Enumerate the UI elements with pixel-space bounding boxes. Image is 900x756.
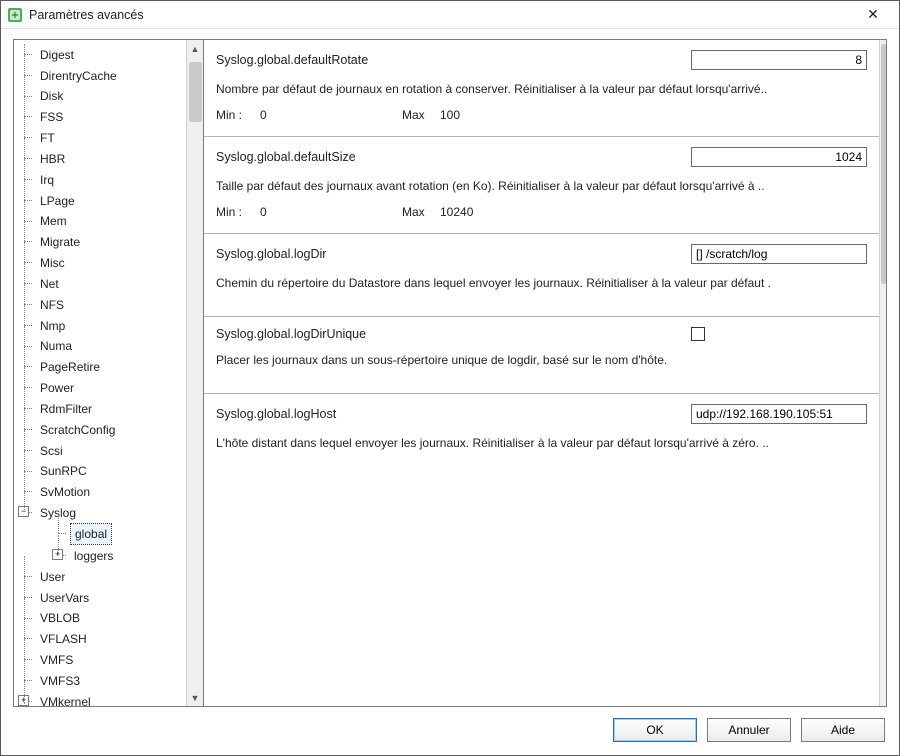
- help-button[interactable]: Aide: [801, 718, 885, 742]
- details-scrollbar-thumb[interactable]: [881, 44, 886, 284]
- setting-name: Syslog.global.defaultRotate: [216, 53, 691, 67]
- tree-item-nmp[interactable]: Nmp: [36, 316, 69, 336]
- setting-limits: Min : 0 Max 100: [216, 108, 867, 122]
- max-label: Max: [402, 108, 434, 122]
- ok-button[interactable]: OK: [613, 718, 697, 742]
- split-panel: DigestDirentryCacheDiskFSSFTHBRIrqLPageM…: [13, 39, 887, 707]
- tree-item-pageretire[interactable]: PageRetire: [36, 357, 104, 377]
- scrollbar-thumb[interactable]: [189, 62, 202, 122]
- tree-item-vmfs3[interactable]: VMFS3: [36, 671, 84, 691]
- setting-name: Syslog.global.logDirUnique: [216, 327, 691, 341]
- tree-scrollbar[interactable]: ▲ ▼: [186, 40, 203, 706]
- tree-item-ft[interactable]: FT: [36, 128, 59, 148]
- min-value: 0: [260, 108, 396, 122]
- setting-syslog-global-defaultsize: Syslog.global.defaultSize Taille par défa…: [204, 137, 879, 234]
- scroll-up-icon[interactable]: ▲: [187, 40, 203, 57]
- max-label: Max: [402, 205, 434, 219]
- setting-syslog-global-defaultrotate: Syslog.global.defaultRotate Nombre par dé…: [204, 40, 879, 137]
- tree-item-scratchconfig[interactable]: ScratchConfig: [36, 420, 119, 440]
- close-button[interactable]: ✕: [851, 4, 895, 26]
- tree-item-vmfs[interactable]: VMFS: [36, 650, 77, 670]
- advanced-settings-window: Paramètres avancés ✕ DigestDirentryCache…: [0, 0, 900, 756]
- max-value: 100: [440, 108, 460, 122]
- setting-input[interactable]: [691, 244, 867, 264]
- tree-item-irq[interactable]: Irq: [36, 170, 58, 190]
- setting-name: Syslog.global.defaultSize: [216, 150, 691, 164]
- tree-item-rdmfilter[interactable]: RdmFilter: [36, 399, 96, 419]
- category-tree[interactable]: DigestDirentryCacheDiskFSSFTHBRIrqLPageM…: [14, 40, 186, 706]
- scroll-down-icon[interactable]: ▼: [187, 689, 203, 706]
- setting-description: Taille par défaut des journaux avant rot…: [216, 179, 867, 193]
- dialog-buttons: OK Annuler Aide: [13, 707, 887, 747]
- tree-item-digest[interactable]: Digest: [36, 45, 78, 65]
- tree-item-syslog-loggers[interactable]: loggers: [70, 546, 117, 566]
- tree-item-fss[interactable]: FSS: [36, 107, 67, 127]
- tree-panel: DigestDirentryCacheDiskFSSFTHBRIrqLPageM…: [14, 40, 204, 706]
- content-area: DigestDirentryCacheDiskFSSFTHBRIrqLPageM…: [1, 29, 899, 755]
- tree-item-sunrpc[interactable]: SunRPC: [36, 461, 91, 481]
- tree-item-net[interactable]: Net: [36, 274, 63, 294]
- tree-toggle-loggers[interactable]: +: [52, 549, 63, 560]
- tree-toggle-syslog[interactable]: −: [18, 506, 29, 517]
- titlebar: Paramètres avancés ✕: [1, 1, 899, 29]
- tree-item-user[interactable]: User: [36, 567, 69, 587]
- tree-item-direntrycache[interactable]: DirentryCache: [36, 66, 121, 86]
- tree-item-numa[interactable]: Numa: [36, 336, 76, 356]
- details-scrollbar[interactable]: [879, 40, 886, 706]
- tree-item-power[interactable]: Power: [36, 378, 78, 398]
- tree-item-mem[interactable]: Mem: [36, 211, 71, 231]
- details-panel: Syslog.global.defaultRotate Nombre par dé…: [204, 40, 886, 706]
- min-label: Min :: [216, 205, 254, 219]
- tree-item-syslog-global[interactable]: global: [70, 523, 112, 545]
- setting-description: Nombre par défaut de journaux en rotatio…: [216, 82, 867, 96]
- setting-checkbox[interactable]: [691, 327, 705, 341]
- tree-item-vmkernel[interactable]: VMkernel: [36, 692, 95, 706]
- tree-item-lpage[interactable]: LPage: [36, 191, 79, 211]
- setting-name: Syslog.global.logDir: [216, 247, 691, 261]
- setting-syslog-global-logdir: Syslog.global.logDir Chemin du répertoire…: [204, 234, 879, 317]
- setting-description: Chemin du répertoire du Datastore dans l…: [216, 276, 867, 290]
- max-value: 10240: [440, 205, 473, 219]
- tree-item-nfs[interactable]: NFS: [36, 295, 68, 315]
- tree-item-svmotion[interactable]: SvMotion: [36, 482, 94, 502]
- window-title: Paramètres avancés: [29, 8, 144, 22]
- tree-item-hbr[interactable]: HBR: [36, 149, 69, 169]
- setting-description: L'hôte distant dans lequel envoyer les j…: [216, 436, 867, 450]
- min-label: Min :: [216, 108, 254, 122]
- setting-syslog-global-loghost: Syslog.global.logHost L'hôte distant dans…: [204, 394, 879, 476]
- tree-item-migrate[interactable]: Migrate: [36, 232, 84, 252]
- setting-input[interactable]: [691, 147, 867, 167]
- cancel-button[interactable]: Annuler: [707, 718, 791, 742]
- min-value: 0: [260, 205, 396, 219]
- setting-input[interactable]: [691, 404, 867, 424]
- vsphere-icon: [7, 7, 23, 23]
- setting-description: Placer les journaux dans un sous-réperto…: [216, 353, 867, 367]
- tree-item-uservars[interactable]: UserVars: [36, 588, 93, 608]
- setting-syslog-global-logdirunique: Syslog.global.logDirUnique Placer les jou…: [204, 317, 879, 394]
- setting-input[interactable]: [691, 50, 867, 70]
- setting-limits: Min : 0 Max 10240: [216, 205, 867, 219]
- setting-name: Syslog.global.logHost: [216, 407, 691, 421]
- tree-item-vflash[interactable]: VFLASH: [36, 629, 91, 649]
- tree-item-vblob[interactable]: VBLOB: [36, 608, 84, 628]
- tree-item-scsi[interactable]: Scsi: [36, 441, 67, 461]
- tree-item-disk[interactable]: Disk: [36, 86, 67, 106]
- tree-item-misc[interactable]: Misc: [36, 253, 69, 273]
